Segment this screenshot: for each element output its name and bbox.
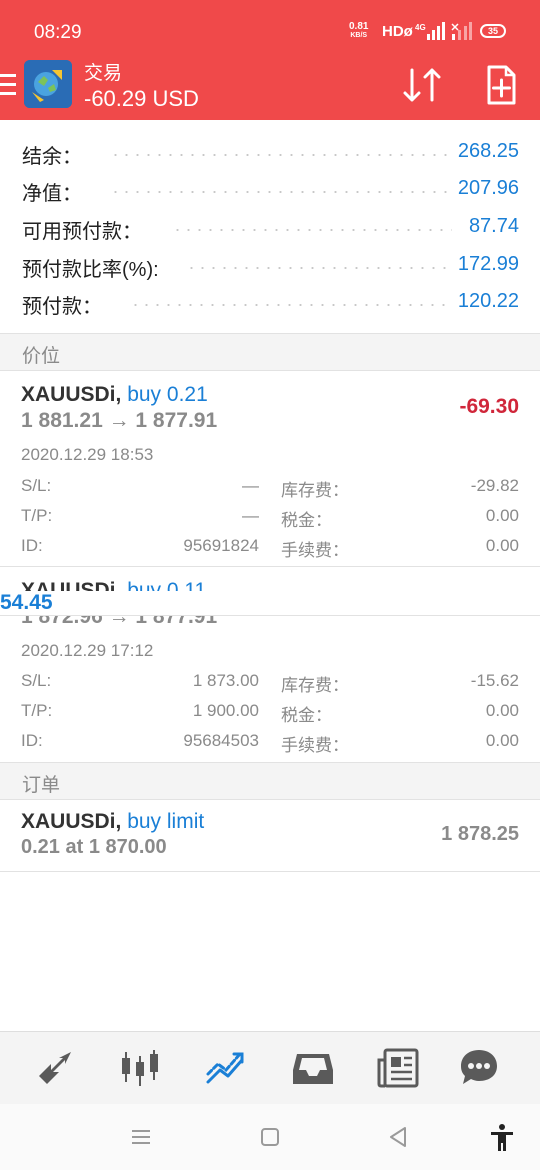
order-row[interactable]: XAUUSDi, buy limit 0.21 at 1 870.00 1 87…	[0, 798, 540, 872]
sl-value: —	[242, 476, 259, 495]
id-value: 95691824	[183, 536, 259, 555]
app-logo	[24, 60, 72, 108]
signal-2-icon	[451, 22, 472, 40]
tp-value: 1 900.00	[192, 701, 259, 720]
position-date: 2020.12.29 18:53	[21, 445, 154, 464]
status-time: 08:29	[34, 22, 82, 43]
leader-dots	[186, 267, 452, 269]
status-bar: 08:29 0.81 KB/S HDø 4G 35	[0, 0, 540, 58]
summary-value: 172.99	[451, 253, 519, 276]
position-prices: 1 881.21 → 1 877.91	[21, 409, 218, 432]
position-row[interactable]: XAUUSDi, buy 0.11 1 872.96 → 1 877.91 54…	[0, 567, 540, 763]
sl-label: S/L:	[21, 476, 52, 495]
fee-value: 0.00	[485, 731, 519, 750]
menu-icon[interactable]	[0, 72, 16, 98]
summary-value: 120.22	[451, 290, 519, 313]
summary-label: 预付款：	[22, 290, 108, 319]
home-icon[interactable]	[255, 1122, 285, 1152]
symbol-name: XAUUSDi,	[21, 383, 122, 406]
summary-label: 预付款比率(%):	[22, 253, 165, 282]
summary-label: 可用预付款：	[22, 215, 148, 244]
tp-label: T/P:	[21, 701, 53, 720]
leader-dots	[110, 191, 452, 193]
trade-arrow-icon[interactable]	[33, 1046, 77, 1090]
leader-dots	[130, 304, 452, 306]
id-label: ID:	[21, 731, 43, 750]
sl-value: 1 873.00	[192, 671, 259, 690]
tp-label: T/P:	[21, 506, 53, 525]
symbol-name: XAUUSDi,	[21, 810, 122, 833]
position-profit: -69.30	[459, 395, 519, 418]
position-row[interactable]: XAUUSDi, buy 0.21 1 881.21 → 1 877.91 -6…	[0, 371, 540, 567]
sort-icon[interactable]	[400, 64, 446, 106]
recent-apps-icon[interactable]	[126, 1122, 156, 1152]
summary-row-equity: 净值： 207.96	[0, 173, 540, 206]
fee-label: 手续费：	[281, 541, 349, 560]
summary-row-free-margin: 可用预付款： 87.74	[0, 211, 540, 244]
candlestick-icon[interactable]	[118, 1046, 162, 1090]
summary-row-margin-level: 预付款比率(%): 172.99	[0, 249, 540, 282]
news-icon[interactable]	[377, 1046, 421, 1090]
position-date: 2020.12.29 17:12	[21, 641, 154, 660]
order-volume: 0.21 at 1 870.00	[21, 836, 167, 858]
swap-value: -15.62	[470, 671, 519, 690]
summary-label: 结余：	[22, 140, 88, 169]
tax-label: 税金：	[281, 511, 332, 530]
section-header-orders: 订单	[0, 762, 540, 800]
inbox-icon[interactable]	[291, 1046, 335, 1090]
app-header: 08:29 0.81 KB/S HDø 4G 35 交易 -60.29 USD	[0, 0, 540, 120]
tax-value: 0.00	[485, 506, 519, 525]
net-speed-value: 0.81	[349, 21, 369, 32]
bottom-tab-bar	[0, 1031, 540, 1104]
fee-value: 0.00	[485, 536, 519, 555]
system-nav-bar	[0, 1104, 540, 1170]
fee-label: 手续费：	[281, 736, 349, 755]
swap-value: -29.82	[470, 476, 519, 495]
leader-dots	[172, 229, 452, 231]
swap-label: 库存费：	[281, 676, 349, 695]
order-price: 1 878.25	[441, 823, 519, 845]
summary-row-margin: 预付款： 120.22	[0, 286, 540, 319]
summary-row-balance: 结余： 268.25	[0, 136, 540, 169]
id-label: ID:	[21, 536, 43, 555]
net-speed-unit: KB/S	[350, 32, 368, 39]
tax-value: 0.00	[485, 701, 519, 720]
chart-trend-icon[interactable]	[204, 1046, 248, 1090]
position-type: buy 0.21	[127, 383, 208, 406]
position-profit: 54.45	[0, 591, 540, 616]
summary-value: 87.74	[462, 215, 519, 238]
sl-label: S/L:	[21, 671, 52, 690]
summary-value: 207.96	[451, 177, 519, 200]
signal-icon: 4G	[415, 22, 445, 40]
swap-label: 库存费：	[281, 481, 349, 500]
leader-dots	[110, 154, 452, 156]
section-header-positions: 价位	[0, 333, 540, 371]
position-symbol: XAUUSDi, buy 0.21	[21, 383, 208, 407]
chat-icon[interactable]	[457, 1046, 501, 1090]
account-profit: -60.29 USD	[84, 86, 199, 111]
network-type-label: 4G	[415, 23, 426, 32]
account-summary: 结余： 268.25 净值： 207.96 可用预付款： 87.74 预付款比率…	[0, 120, 540, 334]
section-title: 订单	[22, 775, 61, 796]
new-order-icon[interactable]	[480, 64, 522, 106]
tax-label: 税金：	[281, 706, 332, 725]
page-title: 交易	[84, 63, 123, 84]
battery-icon: 35	[480, 24, 506, 38]
summary-label: 净值：	[22, 177, 88, 206]
summary-value: 268.25	[451, 140, 519, 163]
id-value: 95684503	[183, 731, 259, 750]
back-icon[interactable]	[383, 1122, 413, 1152]
order-symbol: XAUUSDi, buy limit	[21, 810, 204, 834]
hd-indicator: HDø	[382, 23, 413, 40]
section-title: 价位	[22, 346, 61, 367]
accessibility-icon[interactable]	[487, 1122, 517, 1152]
net-speed: 0.81 KB/S	[349, 22, 368, 40]
order-type: buy limit	[127, 810, 205, 833]
tp-value: —	[242, 506, 259, 525]
